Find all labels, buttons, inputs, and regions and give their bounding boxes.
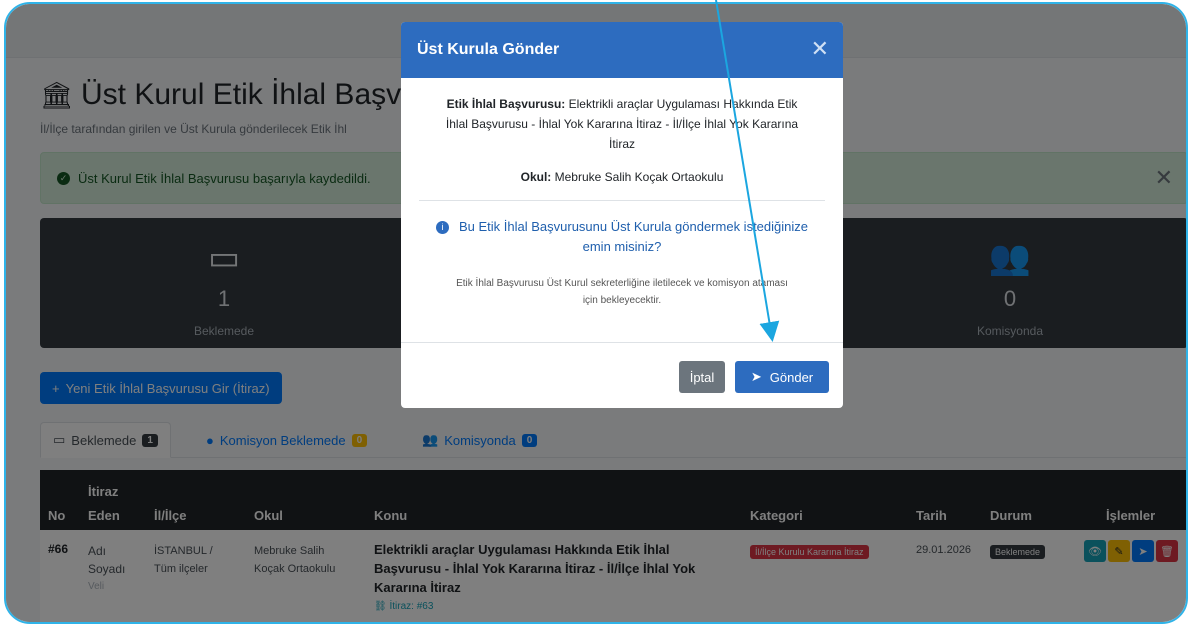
annotation-arrow bbox=[715, 0, 780, 342]
